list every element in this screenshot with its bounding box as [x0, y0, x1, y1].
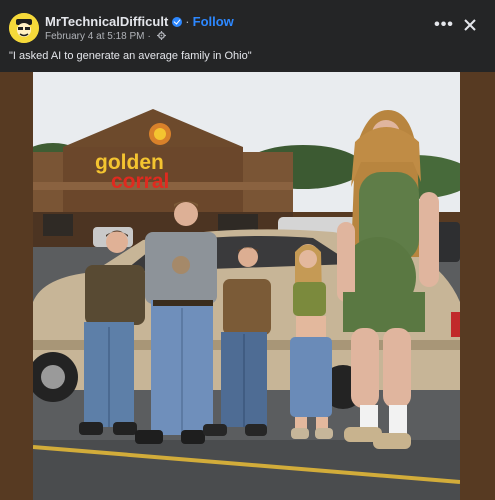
post-caption: "I asked AI to generate an average famil…	[9, 50, 252, 62]
meta-separator: ·	[147, 31, 151, 42]
post-header: MrTechnicalDifficult · Follow February 4…	[0, 0, 495, 72]
close-icon	[464, 19, 476, 31]
more-options-icon: •••	[434, 16, 454, 33]
post-timestamp[interactable]: February 4 at 5:18 PM	[45, 31, 145, 42]
sign-text-corral: corral	[111, 170, 169, 193]
photo-illustration: golden corral	[33, 72, 460, 500]
author-name[interactable]: MrTechnicalDifficult	[45, 14, 168, 29]
author-avatar[interactable]	[9, 13, 39, 43]
post-photo-container[interactable]: golden corral	[0, 72, 495, 500]
gear-icon	[156, 31, 166, 42]
follow-button[interactable]: Follow	[193, 14, 234, 29]
avatar-face-icon	[9, 13, 39, 43]
more-options-button[interactable]: •••	[433, 14, 455, 36]
separator-dot: ·	[185, 14, 190, 29]
post-photo[interactable]: golden corral	[33, 72, 460, 500]
post-meta: February 4 at 5:18 PM ·	[45, 31, 166, 42]
verified-badge-icon	[172, 16, 183, 27]
close-button[interactable]	[459, 14, 481, 36]
author-line: MrTechnicalDifficult · Follow	[45, 14, 234, 29]
